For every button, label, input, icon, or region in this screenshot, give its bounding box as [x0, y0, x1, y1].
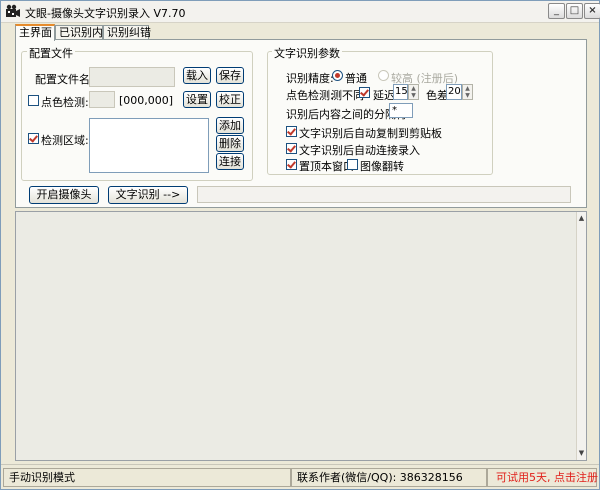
detect-region-checkbox[interactable] [28, 133, 39, 144]
config-group-title: 配置文件 [27, 45, 75, 61]
color-detect-label: 点色检测: [41, 96, 89, 109]
film-camera-icon [6, 4, 20, 17]
set-button[interactable]: 设置 [183, 91, 211, 108]
add-button[interactable]: 添加 [216, 117, 244, 134]
minimize-button[interactable]: _ [548, 3, 565, 19]
status-contact: 联系作者(微信/QQ): 386328156 [291, 468, 487, 487]
close-button[interactable]: × [584, 3, 600, 19]
recognize-button[interactable]: 文字识别 --> [108, 186, 188, 204]
title-bar: 文眼-摄像头文字识别录入 V7.70 _ □ × [1, 1, 600, 23]
delay-up-icon[interactable]: ▲ [409, 85, 418, 92]
color-coords: [000,000] [119, 94, 174, 107]
color-diff-up-icon[interactable]: ▲ [463, 85, 472, 92]
color-diff-input[interactable]: 20 [446, 84, 462, 100]
delay-stepper[interactable]: ▲ ▼ [408, 84, 419, 100]
save-button[interactable]: 保存 [216, 67, 244, 84]
auto-copy-checkbox[interactable] [286, 126, 297, 137]
color-swatch [89, 91, 115, 108]
vertical-scrollbar[interactable]: ▲ ▼ [576, 212, 586, 460]
load-button[interactable]: 载入 [183, 67, 211, 84]
register-link[interactable]: 可试用5天, 点击注册 [487, 468, 598, 487]
calibrate-button[interactable]: 校正 [216, 91, 244, 108]
maximize-button[interactable]: □ [566, 3, 583, 19]
accuracy-label: 识别精度: [286, 72, 334, 85]
color-diff-down-icon[interactable]: ▼ [463, 92, 472, 99]
accuracy-high-radio[interactable] [378, 70, 389, 81]
topmost-label: 置顶本窗口 [299, 160, 354, 173]
window-title: 文眼-摄像头文字识别录入 V7.70 [25, 7, 186, 20]
topmost-checkbox[interactable] [286, 159, 297, 170]
delay-input[interactable]: 15 [393, 84, 408, 100]
auto-copy-label: 文字识别后自动复制到剪贴板 [299, 127, 442, 140]
auto-input-label: 文字识别后自动连接录入 [299, 144, 420, 157]
color-diff-stepper[interactable]: ▲ ▼ [462, 84, 473, 100]
accuracy-normal-radio[interactable] [332, 70, 343, 81]
color-detect-checkbox[interactable] [28, 95, 39, 106]
delay-down-icon[interactable]: ▼ [409, 92, 418, 99]
separator-input[interactable]: * [389, 103, 413, 118]
scroll-down-icon[interactable]: ▼ [577, 449, 586, 458]
app-window: 文眼-摄像头文字识别录入 V7.70 _ □ × 主界面 已识别内容 识别纠错 … [0, 0, 600, 490]
image-flip-label: 图像翻转 [360, 160, 404, 173]
auto-input-checkbox[interactable] [286, 143, 297, 154]
connect-button[interactable]: 连接 [216, 153, 244, 170]
color-diff-label: 色差 [426, 89, 448, 102]
tab-recognized-content[interactable]: 已识别内容 [55, 25, 114, 40]
tab-main[interactable]: 主界面 [15, 24, 55, 41]
accuracy-normal-label: 普通 [345, 72, 367, 85]
color-diff-detect-checkbox[interactable] [359, 87, 370, 98]
delete-button[interactable]: 删除 [216, 135, 244, 152]
open-camera-button[interactable]: 开启摄像头 [29, 186, 99, 204]
output-textarea[interactable]: ▲ ▼ [15, 211, 587, 461]
status-bar: 手动识别模式 联系作者(微信/QQ): 386328156 可试用5天, 点击注… [1, 464, 599, 489]
result-field[interactable] [197, 186, 571, 203]
status-mode: 手动识别模式 [3, 468, 291, 487]
recognition-params-title: 文字识别参数 [272, 45, 342, 61]
config-name-field[interactable] [89, 67, 175, 87]
tab-error-correction[interactable]: 识别纠错 [103, 25, 151, 40]
image-flip-checkbox[interactable] [347, 159, 358, 170]
detect-region-list[interactable] [89, 118, 209, 173]
scroll-up-icon[interactable]: ▲ [577, 214, 586, 223]
recog-color-detect-label: 点色检测: [286, 89, 334, 102]
delay-label: 延迟 [373, 89, 395, 102]
detect-region-label: 检测区域: [41, 134, 89, 147]
config-name-label: 配置文件名: [35, 73, 94, 86]
